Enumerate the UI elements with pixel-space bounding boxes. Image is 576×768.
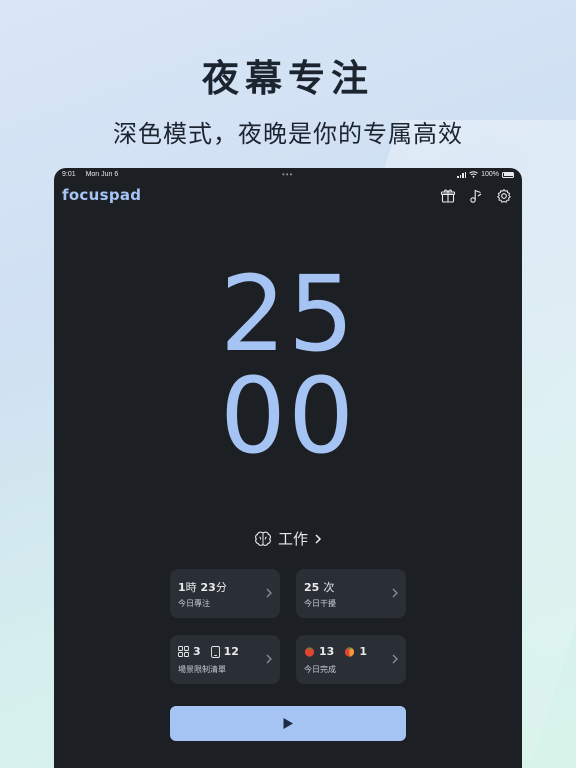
completed-value: 13 1 [304,645,367,658]
music-note-icon[interactable] [468,188,484,204]
blocklist-sites-count: 12 [223,645,239,658]
focus-time-value: 1時 23分 [178,581,227,594]
interrupts-value: 25 次 [304,580,335,595]
timer-minutes: 25 [219,253,357,375]
timer-seconds: 00 [219,355,357,477]
focus-time-label: 今日專注 [178,599,210,608]
tomato-icon [304,647,315,657]
play-icon [283,718,293,729]
status-bar: 9:01 Mon Jun 6 ••• 100% [54,168,522,182]
tomato-partial-icon [345,647,355,657]
status-right: 100% [457,171,514,178]
blocklist-apps-count: 3 [193,645,201,658]
tomato-full-count: 13 [319,645,335,658]
chevron-right-icon [392,654,398,664]
completed-label: 今日完成 [304,665,336,674]
promo-headline: 夜幕专注 [202,57,374,100]
status-date: Mon Jun 6 [85,171,119,178]
chevron-right-icon [266,654,272,664]
chevron-right-icon [315,533,322,544]
stat-card-blocklist[interactable]: 3 12 場景限制清單 [170,635,280,684]
apps-grid-icon [178,646,189,657]
gift-icon[interactable] [440,188,456,204]
battery-icon [502,171,514,178]
status-left: 9:01 Mon Jun 6 [62,171,126,178]
promo-subline: 深色模式，夜晚是你的专属高效 [113,120,463,148]
cellular-signal-icon [457,171,467,178]
wifi-icon [469,171,478,178]
mode-label: 工作 [277,530,308,548]
interrupts-label: 今日干擾 [304,599,336,608]
blocklist-value: 3 12 [178,645,239,658]
stat-card-focus-time[interactable]: 1時 23分 今日專注 [170,569,280,618]
phone-icon [210,645,220,658]
multitask-dots-icon[interactable]: ••• [282,170,293,179]
device-screen: 9:01 Mon Jun 6 ••• 100% focuspad 25 00 工… [54,168,522,768]
top-toolbar [440,188,512,204]
start-timer-button[interactable] [170,706,406,741]
gear-icon[interactable] [496,188,512,204]
chevron-right-icon [392,588,398,598]
chevron-right-icon [266,588,272,598]
status-time: 9:01 [62,171,76,178]
stat-card-interrupts[interactable]: 25 次 今日干擾 [296,569,406,618]
stat-card-completed[interactable]: 13 1 今日完成 [296,635,406,684]
app-logo: focuspad [62,186,142,204]
battery-percent: 100% [481,171,499,178]
tomato-partial-count: 1 [359,645,367,658]
brain-icon [255,531,271,546]
blocklist-label: 場景限制清單 [178,665,226,674]
mode-selector[interactable]: 工作 [54,528,522,549]
